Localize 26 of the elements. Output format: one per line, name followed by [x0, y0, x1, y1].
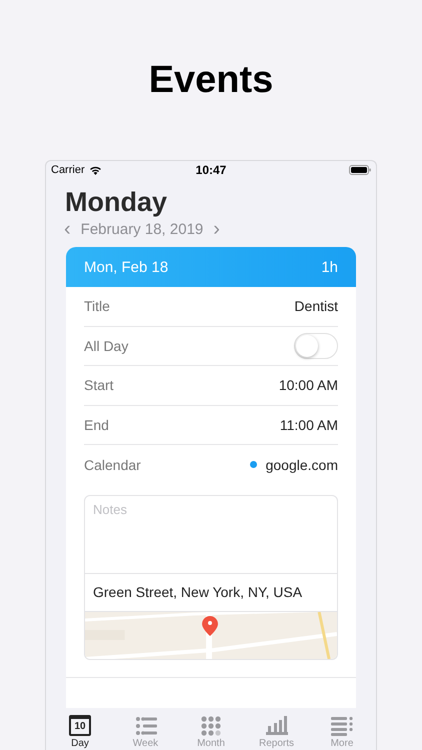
field-value[interactable]: 11:00 AM: [280, 417, 338, 434]
bar-chart-icon: [266, 716, 288, 736]
day-title: Monday: [65, 186, 168, 218]
status-time: 10:47: [196, 163, 226, 177]
field-label: All Day: [84, 338, 128, 354]
field-label: End: [84, 417, 109, 434]
list-icon: [134, 716, 156, 736]
notes-field[interactable]: Notes: [84, 494, 338, 574]
grid-icon: [201, 716, 221, 736]
field-label: Calendar: [84, 456, 141, 473]
field-value[interactable]: Dentist: [294, 298, 338, 314]
headline: Events: [148, 58, 274, 103]
field-value[interactable]: 10:00 AM: [278, 377, 338, 394]
event-date: Mon, Feb 18: [84, 258, 168, 276]
date-label: February 18, 2019: [80, 220, 204, 238]
all-day-toggle[interactable]: [294, 332, 338, 359]
field-value[interactable]: google.com: [266, 456, 338, 473]
wifi-icon: [88, 165, 102, 175]
field-label: Title: [84, 298, 110, 314]
battery-icon: [349, 165, 371, 175]
event-duration: 1h: [321, 258, 338, 276]
carrier-label: Carrier: [51, 164, 85, 176]
calendar-icon: 10: [69, 715, 91, 736]
menu-icon: [331, 716, 353, 736]
field-label: Start: [84, 377, 114, 394]
tab-button[interactable]: 10 Day: [52, 708, 108, 750]
